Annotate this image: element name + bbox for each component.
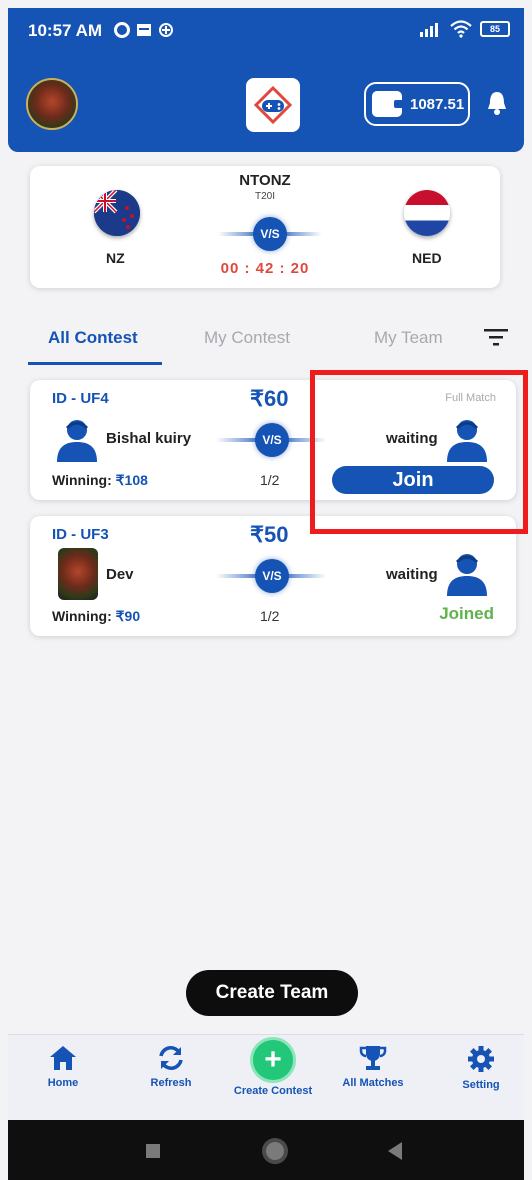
battery-icon: 85 (480, 21, 510, 37)
app-header: 1087.51 (8, 56, 524, 152)
home-icon (50, 1046, 76, 1070)
wallet-icon (372, 91, 404, 117)
home-circle-icon[interactable] (262, 1138, 288, 1164)
contest-entry-fee: ₹50 (250, 522, 289, 547)
nav-home-label: Home (47, 1077, 79, 1089)
nav-create-contest-label: Create Contest (233, 1085, 313, 1097)
sim-status-icon (137, 24, 151, 36)
winning-label: Winning: (52, 472, 112, 488)
nav-refresh-label: Refresh (150, 1077, 192, 1089)
nav-home[interactable]: Home (8, 1045, 118, 1089)
filter-icon[interactable] (484, 328, 508, 346)
contest-id: ID - UF3 (52, 526, 109, 543)
contest-tabs: All Contest My Contest My Team (28, 318, 508, 365)
nav-create-contest[interactable]: + Create Contest (218, 1037, 328, 1097)
opponent-avatar-icon (447, 554, 487, 596)
tab-my-team[interactable]: My Team (374, 328, 443, 348)
status-right: 85 (420, 20, 510, 38)
winning-label: Winning: (52, 608, 112, 624)
recents-icon[interactable] (146, 1144, 160, 1158)
bell-icon[interactable] (486, 90, 508, 116)
player-avatar (58, 548, 98, 600)
wallet-balance[interactable]: 1087.51 (364, 82, 470, 126)
nav-all-matches[interactable]: All Matches (318, 1045, 428, 1089)
signal-icon (420, 23, 438, 37)
match-title: NTONZ (239, 172, 291, 189)
nav-setting-label: Setting (462, 1079, 500, 1091)
app-logo (246, 78, 300, 132)
winning-value: ₹90 (115, 608, 141, 624)
nav-refresh[interactable]: Refresh (116, 1045, 226, 1089)
nav-setting[interactable]: Setting (426, 1045, 532, 1091)
contest-entry-fee: ₹60 (250, 386, 289, 411)
vs-badge: V/S (253, 217, 287, 251)
player-avatar-icon (57, 420, 97, 462)
vpn-status-icon (159, 23, 173, 37)
tab-my-contest[interactable]: My Contest (204, 328, 290, 348)
contest-card-uf3[interactable]: ID - UF3 ₹50 Dev V/S waiting Winning: ₹9… (30, 516, 516, 636)
opponent-status: waiting (386, 566, 438, 583)
player-name: Dev (106, 566, 134, 583)
contest-slots: 1/2 (260, 472, 280, 488)
status-time: 10:57 AM (28, 21, 103, 40)
match-countdown: 00 : 42 : 20 (220, 260, 310, 277)
bottom-navigation: Home Refresh + Create Contest All Matche… (8, 1034, 524, 1120)
gamepad-logo-icon (253, 85, 293, 125)
player-name: Bishal kuiry (106, 430, 192, 447)
refresh-icon (159, 1046, 183, 1070)
trophy-icon (359, 1046, 387, 1070)
system-navigation-bar (8, 1120, 524, 1180)
tab-all-contest[interactable]: All Contest (48, 328, 138, 348)
nz-flag-icon (94, 190, 140, 236)
plus-icon: + (250, 1037, 296, 1083)
vs-badge: V/S (255, 559, 289, 593)
create-team-button[interactable]: Create Team (186, 970, 358, 1016)
match-card[interactable]: NTONZ T20I NZ NED V/S 00 : 42 : 20 (30, 166, 500, 288)
wallet-amount: 1087.51 (410, 95, 465, 113)
vs-badge: V/S (255, 423, 289, 457)
winning-amount: Winning: ₹108 (52, 472, 148, 489)
sync-status-icon (114, 22, 130, 38)
status-bar: 10:57 AM 85 (8, 8, 524, 56)
active-tab-indicator (28, 362, 162, 365)
gear-icon (468, 1046, 494, 1072)
joined-status: Joined (439, 604, 494, 623)
screen: 10:57 AM 85 1087.51 NTONZ T20I NZ NED V/… (0, 0, 532, 1180)
contest-slots: 1/2 (260, 608, 280, 624)
highlight-box (310, 370, 528, 534)
winning-value: ₹108 (115, 472, 148, 488)
contest-id: ID - UF4 (52, 390, 109, 407)
back-icon[interactable] (388, 1142, 402, 1160)
profile-avatar[interactable] (26, 78, 78, 130)
wifi-icon (450, 20, 472, 38)
winning-amount: Winning: ₹90 (52, 608, 140, 625)
nav-all-matches-label: All Matches (342, 1077, 404, 1089)
ned-flag-icon (404, 190, 450, 236)
